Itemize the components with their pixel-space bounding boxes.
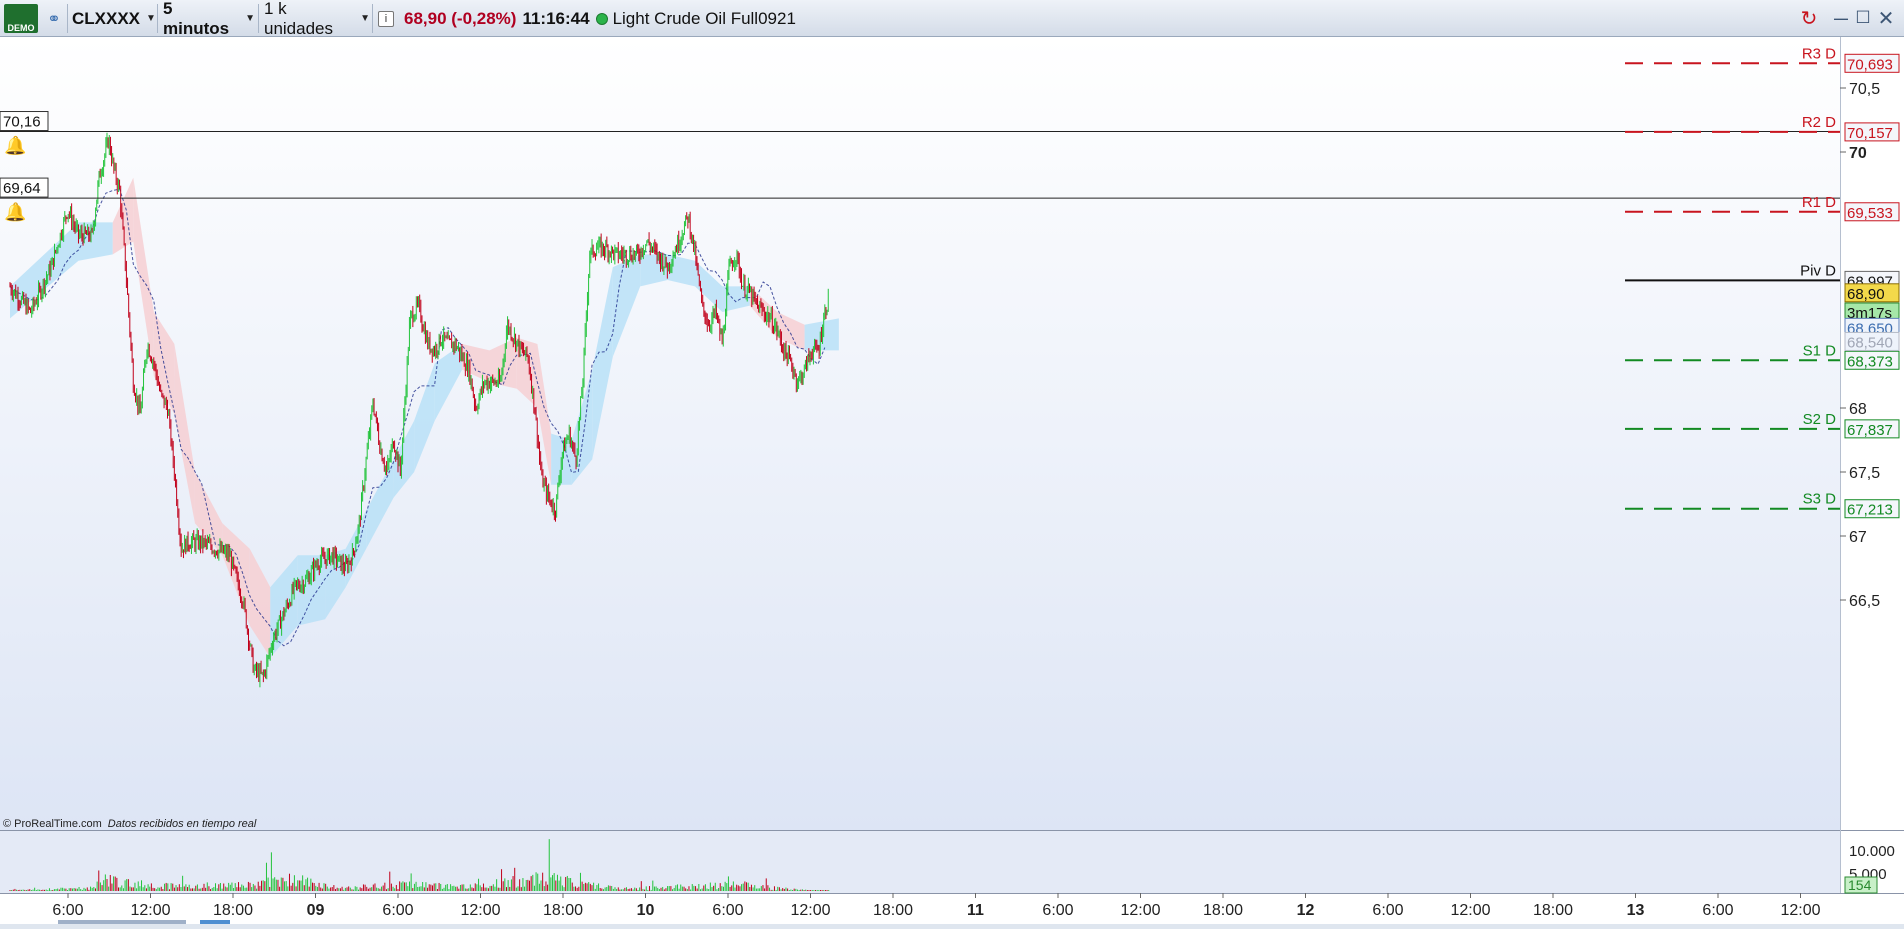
timeframe-selector[interactable]: 5 minutos ▼ <box>163 0 255 38</box>
symbol-selector[interactable]: CLXXXX ▼ <box>72 3 156 34</box>
pivot-price: 70,693 <box>1847 56 1893 73</box>
kijun-value-label: 68,540 <box>1847 334 1893 351</box>
price-tick-label: 67,5 <box>1849 465 1880 482</box>
copyright-text: © ProRealTime.com Datos recibidos en tiem… <box>3 818 257 830</box>
time-tick-label: 6:00 <box>1042 902 1073 919</box>
time-tick-label: 6:00 <box>382 902 413 919</box>
last-price-label: 68,90 <box>1847 286 1885 303</box>
price-tick-label: 66,5 <box>1849 593 1880 610</box>
realtime-label: Datos recibidos en tiempo real <box>108 818 257 830</box>
time-tick-label: 12:00 <box>1450 902 1490 919</box>
time-tick-label: 18:00 <box>1533 902 1573 919</box>
chart-toolbar: DEMO ⚭ CLXXXX ▼ 5 minutos ▼ 1 k unidades ▼ … <box>0 0 1904 38</box>
timeframe-label: 5 minutos <box>163 0 230 38</box>
time-tick-label: 12:00 <box>130 902 170 919</box>
maximize-glyph: ☐ <box>1855 8 1871 27</box>
maximize-button[interactable]: ☐ <box>1852 6 1874 30</box>
close-button[interactable]: ✕ <box>1875 6 1897 30</box>
time-tick-label: 13 <box>1627 902 1645 919</box>
minimize-glyph: — <box>1834 10 1848 26</box>
time-tick-label: 12:00 <box>1120 902 1160 919</box>
pivot-name: S1 D <box>1803 342 1837 359</box>
price-change: 68,90 (-0,28%) <box>404 8 517 28</box>
toolbar-separator <box>157 4 158 33</box>
connection-status-icon <box>595 12 608 25</box>
volume-current-label: 154 <box>1848 877 1872 893</box>
price-chart-svg[interactable]: 70,16 🔔 69,64 🔔 R3 D 70,693 R2 D 70,157 R1 D 69,… <box>0 37 1904 924</box>
time-tick-label: 18:00 <box>213 902 253 919</box>
close-glyph: ✕ <box>1877 7 1895 30</box>
pivot-name: R2 D <box>1802 114 1836 131</box>
time-tick-label: 18:00 <box>1203 902 1243 919</box>
demo-badge: DEMO <box>4 4 38 33</box>
symbol-label: CLXXXX <box>72 8 141 28</box>
instrument-name: Light Crude Oil Full0921 <box>612 8 796 28</box>
toolbar-separator <box>67 4 68 33</box>
pivot-price: 67,837 <box>1847 422 1893 439</box>
pivot-name: Piv D <box>1800 262 1836 279</box>
refresh-icon[interactable]: ↻ <box>1798 6 1820 30</box>
price-tick-label: 67 <box>1849 529 1867 546</box>
toolbar-separator <box>372 4 373 33</box>
pivot-price: 69,533 <box>1847 205 1893 222</box>
time-tick-label: 6:00 <box>1372 902 1403 919</box>
pivot-price: 68,373 <box>1847 353 1893 370</box>
link-icon[interactable]: ⚭ <box>44 3 64 34</box>
time-tick-label: 6:00 <box>52 902 83 919</box>
pivot-name: R3 D <box>1802 45 1836 62</box>
pivot-name: R1 D <box>1802 194 1836 211</box>
pivot-price: 70,157 <box>1847 125 1893 142</box>
price-tick-label: 70 <box>1849 145 1867 162</box>
quote-time: 11:16:44 <box>522 8 590 28</box>
alert-price-label: 69,64 <box>3 180 41 197</box>
units-selector[interactable]: 1 k unidades ▼ <box>264 0 370 38</box>
time-tick-label: 6:00 <box>712 902 743 919</box>
time-tick-label: 12:00 <box>790 902 830 919</box>
pivot-price: 67,213 <box>1847 502 1893 519</box>
chevron-down-icon: ▼ <box>360 13 370 24</box>
refresh-glyph: ↻ <box>1800 7 1818 30</box>
time-tick-label: 18:00 <box>543 902 583 919</box>
scrollbar-thumb[interactable] <box>200 920 230 924</box>
chevron-down-icon: ▼ <box>146 13 156 24</box>
pivot-name: S2 D <box>1803 411 1837 428</box>
price-tick-label: 70,5 <box>1849 81 1880 98</box>
time-tick-label: 09 <box>307 902 325 919</box>
info-icon[interactable]: i <box>378 10 394 27</box>
time-tick-label: 18:00 <box>873 902 913 919</box>
chart-area[interactable]: 70,16 🔔 69,64 🔔 R3 D 70,693 R2 D 70,157 R1 D 69,… <box>0 37 1904 924</box>
bell-icon: 🔔 <box>4 136 26 156</box>
quote-info: i 68,90 (-0,28%) 11:16:44 Light Crude Oi… <box>378 3 796 34</box>
minimize-button[interactable]: — <box>1830 6 1852 30</box>
info-icon-label: i <box>384 12 388 25</box>
time-tick-label: 12:00 <box>460 902 500 919</box>
chevron-down-icon: ▼ <box>245 13 255 24</box>
units-label: 1 k unidades <box>264 0 334 38</box>
time-tick-label: 12 <box>1297 902 1315 919</box>
pivot-name: S3 D <box>1803 491 1837 508</box>
toolbar-separator <box>258 4 259 33</box>
time-tick-label: 11 <box>967 902 984 919</box>
price-tick-label: 68 <box>1849 401 1867 418</box>
time-tick-label: 10 <box>637 902 655 919</box>
time-tick-label: 6:00 <box>1702 902 1733 919</box>
alert-price-label: 70,16 <box>3 114 41 131</box>
copyright-label: © ProRealTime.com <box>3 818 102 830</box>
bell-icon: 🔔 <box>4 202 26 222</box>
scrollbar-track[interactable] <box>58 920 186 924</box>
volume-tick-label: 10.000 <box>1849 843 1895 860</box>
price-panel-background <box>0 37 1840 830</box>
demo-badge-label: DEMO <box>7 23 35 33</box>
time-tick-label: 12:00 <box>1780 902 1820 919</box>
